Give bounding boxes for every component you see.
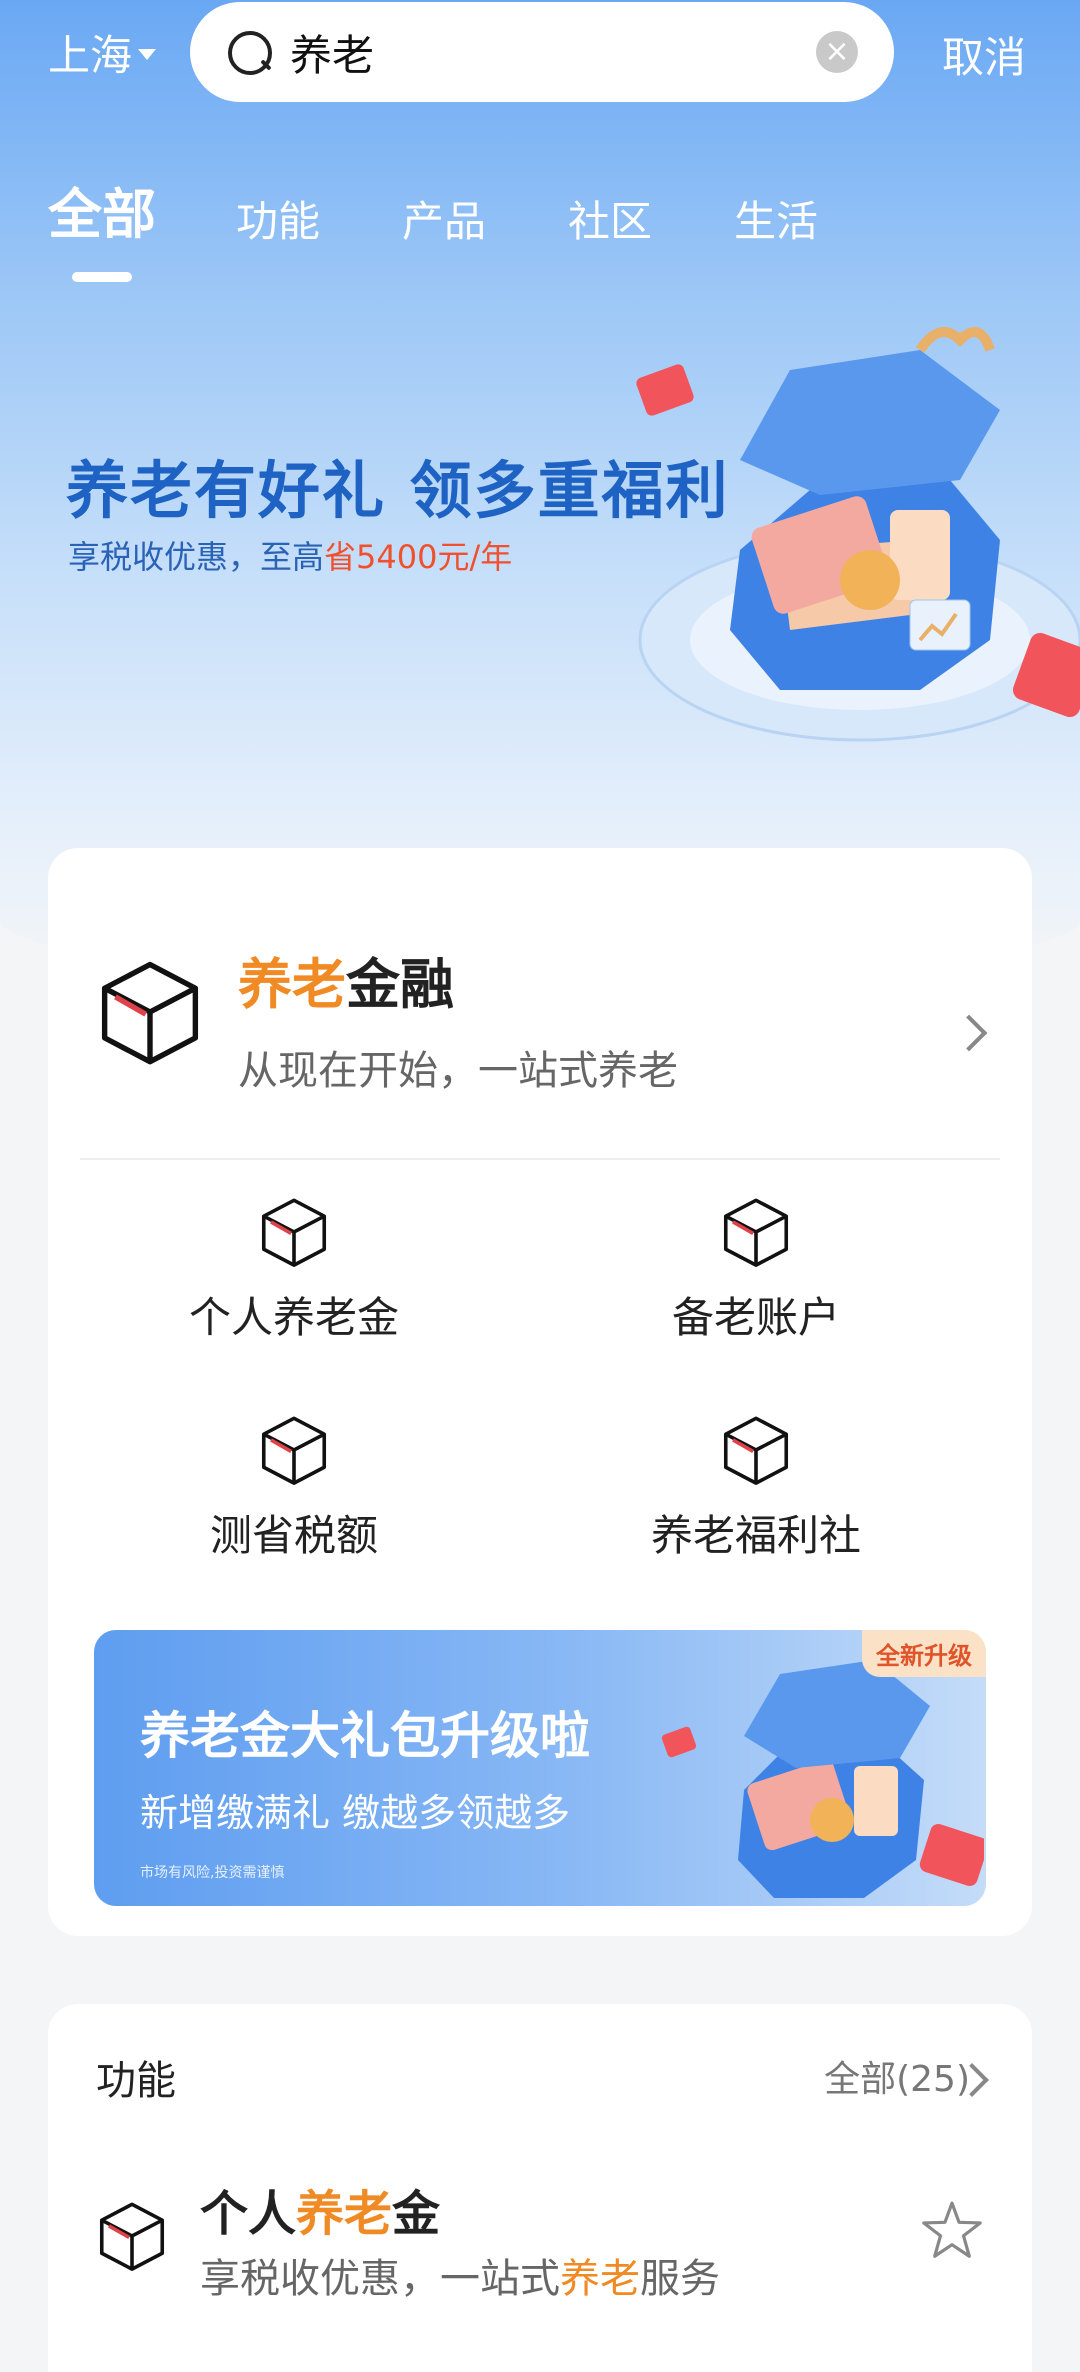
title-highlight: 养老	[296, 2186, 393, 2242]
search-bar[interactable]: 养老 ×	[190, 2, 894, 102]
title-rest: 金融	[346, 953, 454, 1016]
hero-subtitle: 享税收优惠，至高省5400元/年	[68, 532, 512, 578]
search-icon	[226, 29, 272, 75]
close-circle-icon[interactable]: ×	[816, 31, 858, 73]
pension-finance-title[interactable]: 养老金融	[238, 940, 454, 1019]
shortcut-label: 测省税额	[209, 1511, 378, 1560]
cube-icon	[723, 1416, 789, 1485]
promo-risk-note: 市场有风险,投资需谨慎	[140, 1865, 285, 1881]
cube-icon	[261, 1198, 327, 1267]
pension-finance-subtitle: 从现在开始，一站式养老	[238, 1048, 678, 1094]
shortcut-label: 养老福利社	[650, 1511, 861, 1560]
shortcut-pension-welfare[interactable]: 养老福利社	[576, 1414, 936, 1563]
promo-banner[interactable]: 养老金大礼包升级啦 新增缴满礼 缴越多领越多 市场有风险,投资需谨慎 全新升级	[94, 1630, 986, 1906]
search-input[interactable]: 养老	[290, 22, 816, 83]
caret-down-icon	[138, 49, 157, 60]
function-item-title: 个人养老金	[200, 2174, 440, 2244]
sub-highlight: 养老	[560, 2256, 640, 2302]
function-item-subtitle: 享税收优惠，一站式养老服务	[200, 2246, 720, 2304]
tab-life[interactable]: 生活	[734, 188, 818, 249]
cube-icon	[261, 1416, 327, 1485]
sub-post: 服务	[640, 2256, 720, 2302]
section-title: 功能	[96, 2058, 176, 2104]
hero-subtitle-highlight: 省5400元/年	[324, 538, 513, 576]
hero-subtitle-prefix: 享税收优惠，至高	[68, 538, 325, 576]
tab-indicator	[72, 272, 132, 282]
title-highlight: 养老	[238, 953, 346, 1016]
promo-badge: 全新升级	[862, 1630, 986, 1677]
pension-finance-card: 养老金融 从现在开始，一站式养老 个人养老金 备老账户 测省税额 养老福利社 养…	[48, 848, 1032, 1936]
cube-icon	[723, 1198, 789, 1267]
view-all-link[interactable]: 全部(25)	[824, 2050, 970, 2102]
sub-pre: 享税收优惠，一站式	[200, 2256, 560, 2302]
promo-title: 养老金大礼包升级啦	[140, 1707, 590, 1765]
shortcut-label: 备老账户	[671, 1293, 840, 1342]
promo-subtitle: 新增缴满礼 缴越多领越多	[140, 1791, 571, 1835]
divider	[80, 1158, 1000, 1160]
city-label: 上海	[48, 31, 133, 80]
gift-box-illustration	[661, 1644, 984, 1898]
tab-bar: 全部 功能 产品 社区 生活	[48, 170, 900, 249]
shortcut-personal-pension[interactable]: 个人养老金	[114, 1196, 474, 1345]
cube-icon	[99, 2202, 165, 2271]
shortcut-retirement-account[interactable]: 备老账户	[576, 1196, 936, 1345]
title-post: 金	[392, 2186, 441, 2242]
tab-all[interactable]: 全部	[48, 170, 156, 249]
cancel-button[interactable]: 取消	[942, 24, 1026, 85]
tab-products[interactable]: 产品	[402, 188, 486, 249]
shortcut-tax-calculator[interactable]: 测省税额	[114, 1414, 474, 1563]
tab-community[interactable]: 社区	[568, 188, 652, 249]
gift-box-illustration[interactable]	[620, 310, 1080, 770]
cube-icon	[101, 961, 199, 1065]
functions-section: 功能 全部(25) 个人养老金 享税收优惠，一站式养老服务	[48, 2004, 1032, 2372]
star-outline-icon[interactable]	[920, 2198, 984, 2262]
city-selector[interactable]: 上海	[48, 22, 157, 83]
shortcut-label: 个人养老金	[188, 1293, 399, 1342]
chevron-right-icon[interactable]	[950, 1014, 988, 1052]
tab-functions[interactable]: 功能	[236, 188, 320, 249]
title-pre: 个人	[200, 2186, 297, 2242]
